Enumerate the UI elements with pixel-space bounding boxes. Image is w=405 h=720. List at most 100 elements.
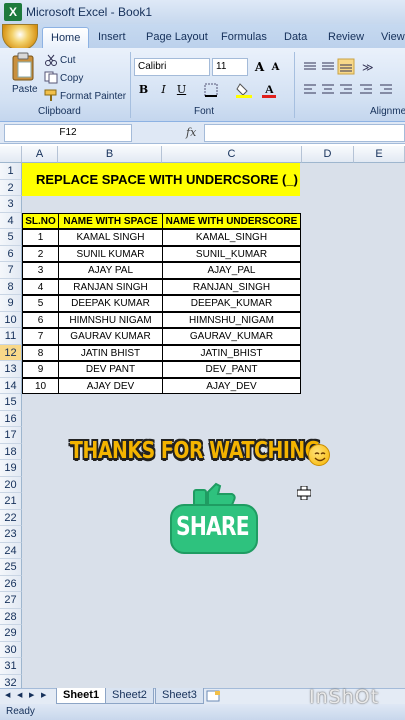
row-header[interactable]: 6 bbox=[0, 245, 22, 262]
tab-insert[interactable]: Insert bbox=[98, 27, 126, 48]
format-painter-icon[interactable] bbox=[44, 89, 58, 102]
fill-color-icon[interactable] bbox=[236, 82, 254, 98]
name-with-space-cell[interactable]: SUNIL KUMAR bbox=[58, 245, 163, 262]
format-painter-label[interactable]: Format Painter bbox=[60, 91, 126, 102]
row-header[interactable]: 25 bbox=[0, 559, 22, 576]
row-header[interactable]: 17 bbox=[0, 427, 22, 444]
row-header[interactable]: 1 bbox=[0, 163, 22, 180]
row-header[interactable]: 27 bbox=[0, 592, 22, 609]
table-header-sl-no[interactable]: SL.NO bbox=[22, 212, 59, 229]
name-with-underscore-cell[interactable]: AJAY_PAL bbox=[162, 262, 301, 279]
grow-font-button[interactable]: A bbox=[252, 59, 267, 75]
row-header[interactable]: 7 bbox=[0, 262, 22, 279]
column-header-e[interactable]: E bbox=[354, 146, 405, 163]
column-header-d[interactable]: D bbox=[302, 146, 354, 163]
sl-no-cell[interactable]: 8 bbox=[22, 344, 59, 361]
horizontal-align-icons[interactable] bbox=[300, 82, 400, 98]
row-header[interactable]: 5 bbox=[0, 229, 22, 246]
name-with-underscore-cell[interactable]: AJAY_DEV bbox=[162, 377, 301, 394]
row-header[interactable]: 8 bbox=[0, 278, 22, 295]
name-with-underscore-cell[interactable]: DEEPAK_KUMAR bbox=[162, 295, 301, 312]
row-header[interactable]: 9 bbox=[0, 295, 22, 312]
last-sheet-nav-icon[interactable]: ▶ bbox=[41, 691, 46, 699]
name-with-space-cell[interactable]: AJAY PAL bbox=[58, 262, 163, 279]
column-header-c[interactable]: C bbox=[162, 146, 302, 163]
name-with-underscore-cell[interactable]: JATIN_BHIST bbox=[162, 344, 301, 361]
sl-no-cell[interactable]: 9 bbox=[22, 361, 59, 378]
paste-icon[interactable] bbox=[10, 52, 36, 82]
row-header[interactable]: 15 bbox=[0, 394, 22, 411]
sl-no-cell[interactable]: 10 bbox=[22, 377, 59, 394]
select-all-corner[interactable] bbox=[0, 146, 22, 163]
tab-review[interactable]: Review bbox=[328, 27, 364, 48]
sheet-tab-sheet3[interactable]: Sheet3 bbox=[155, 688, 204, 704]
name-with-space-cell[interactable]: RANJAN SINGH bbox=[58, 278, 163, 295]
row-header[interactable]: 2 bbox=[0, 179, 22, 196]
tab-page-layout[interactable]: Page Layout bbox=[146, 27, 208, 48]
sheet-tab-sheet2[interactable]: Sheet2 bbox=[105, 688, 154, 704]
name-with-space-cell[interactable]: AJAY DEV bbox=[58, 377, 163, 394]
name-with-underscore-cell[interactable]: KAMAL_SINGH bbox=[162, 229, 301, 246]
row-header[interactable]: 20 bbox=[0, 476, 22, 493]
tab-formulas[interactable]: Formulas bbox=[221, 27, 267, 48]
row-header[interactable]: 13 bbox=[0, 361, 22, 378]
name-with-underscore-cell[interactable]: DEV_PANT bbox=[162, 361, 301, 378]
sheet-tab-sheet1[interactable]: Sheet1 bbox=[56, 688, 107, 704]
row-header[interactable]: 26 bbox=[0, 575, 22, 592]
formula-input[interactable] bbox=[204, 124, 405, 142]
copy-icon[interactable] bbox=[44, 71, 58, 84]
row-header[interactable]: 14 bbox=[0, 377, 22, 394]
shrink-font-button[interactable]: A bbox=[268, 60, 283, 76]
name-with-underscore-cell[interactable]: RANJAN_SINGH bbox=[162, 278, 301, 295]
row-header[interactable]: 22 bbox=[0, 509, 22, 526]
name-box[interactable]: F12 bbox=[4, 124, 132, 142]
row-header[interactable]: 29 bbox=[0, 625, 22, 642]
row-header[interactable]: 18 bbox=[0, 443, 22, 460]
row-header[interactable]: 3 bbox=[0, 196, 22, 213]
table-header-name-with-space[interactable]: NAME WITH SPACE bbox=[58, 212, 163, 229]
name-with-space-cell[interactable]: HIMNSHU NIGAM bbox=[58, 311, 163, 328]
name-with-underscore-cell[interactable]: SUNIL_KUMAR bbox=[162, 245, 301, 262]
prev-sheet-nav-icon[interactable]: ◀ bbox=[17, 691, 22, 699]
row-header[interactable]: 4 bbox=[0, 212, 22, 229]
row-header[interactable]: 21 bbox=[0, 493, 22, 510]
row-header[interactable]: 30 bbox=[0, 641, 22, 658]
copy-label[interactable]: Copy bbox=[60, 73, 83, 84]
cut-label[interactable]: Cut bbox=[60, 55, 76, 66]
row-header[interactable]: 28 bbox=[0, 608, 22, 625]
sl-no-cell[interactable]: 2 bbox=[22, 245, 59, 262]
insert-sheet-icon[interactable] bbox=[206, 690, 222, 702]
column-header-a[interactable]: A bbox=[22, 146, 58, 163]
excel-app-icon[interactable]: X bbox=[4, 3, 22, 21]
font-size-select[interactable]: 11 bbox=[212, 58, 248, 76]
paste-label[interactable]: Paste bbox=[12, 84, 38, 95]
sl-no-cell[interactable]: 3 bbox=[22, 262, 59, 279]
first-sheet-nav-icon[interactable]: ◀ bbox=[5, 691, 10, 699]
tab-view[interactable]: View bbox=[381, 27, 405, 48]
name-with-space-cell[interactable]: GAURAV KUMAR bbox=[58, 328, 163, 345]
sl-no-cell[interactable]: 6 bbox=[22, 311, 59, 328]
row-header[interactable]: 10 bbox=[0, 311, 22, 328]
vertical-align-icons[interactable]: ≫ bbox=[300, 58, 396, 76]
row-header[interactable]: 12 bbox=[0, 344, 22, 361]
column-header-b[interactable]: B bbox=[58, 146, 162, 163]
tab-data[interactable]: Data bbox=[284, 27, 307, 48]
name-with-space-cell[interactable]: DEEPAK KUMAR bbox=[58, 295, 163, 312]
name-with-underscore-cell[interactable]: GAURAV_KUMAR bbox=[162, 328, 301, 345]
font-family-select[interactable]: Calibri bbox=[134, 58, 210, 76]
row-header[interactable]: 24 bbox=[0, 542, 22, 559]
next-sheet-nav-icon[interactable]: ▶ bbox=[29, 691, 34, 699]
bold-button[interactable]: B bbox=[136, 82, 151, 98]
borders-icon[interactable] bbox=[204, 83, 220, 97]
name-with-space-cell[interactable]: JATIN BHIST bbox=[58, 344, 163, 361]
name-with-space-cell[interactable]: KAMAL SINGH bbox=[58, 229, 163, 246]
row-header[interactable]: 31 bbox=[0, 658, 22, 675]
name-with-space-cell[interactable]: DEV PANT bbox=[58, 361, 163, 378]
sl-no-cell[interactable]: 7 bbox=[22, 328, 59, 345]
row-header[interactable]: 11 bbox=[0, 328, 22, 345]
row-header[interactable]: 16 bbox=[0, 410, 22, 427]
font-color-icon[interactable]: A bbox=[262, 82, 278, 98]
row-header[interactable]: 19 bbox=[0, 460, 22, 477]
cut-icon[interactable] bbox=[44, 54, 58, 66]
name-with-underscore-cell[interactable]: HIMNSHU_NIGAM bbox=[162, 311, 301, 328]
